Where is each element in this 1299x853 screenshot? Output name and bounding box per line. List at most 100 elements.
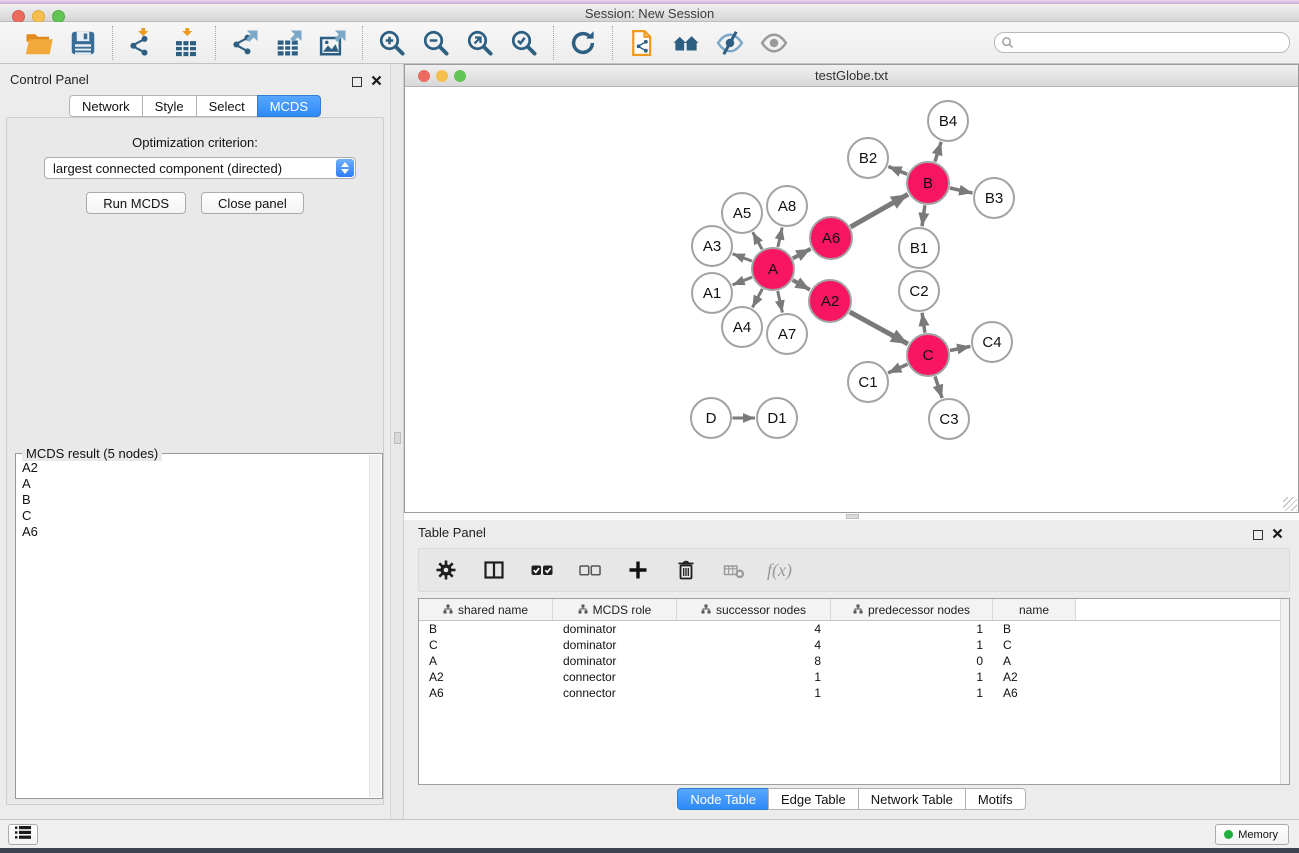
column-header-successor-nodes[interactable]: successor nodes xyxy=(677,599,831,620)
graph-edge-B-B4[interactable] xyxy=(935,142,941,162)
export-network-icon[interactable] xyxy=(228,26,262,60)
table-row[interactable]: A2connector11A2 xyxy=(419,669,1289,685)
graph-node-A8[interactable]: A8 xyxy=(767,186,807,226)
table-tab-motifs[interactable]: Motifs xyxy=(965,788,1026,810)
horizontal-splitter[interactable] xyxy=(404,513,1299,520)
graph-node-C4[interactable]: C4 xyxy=(972,322,1012,362)
import-table-icon[interactable] xyxy=(169,26,203,60)
graph-edge-A-A4[interactable] xyxy=(752,289,762,308)
run-mcds-button[interactable]: Run MCDS xyxy=(86,192,186,214)
table-delete-icon[interactable] xyxy=(719,555,749,585)
table-row[interactable]: Adominator80A xyxy=(419,653,1289,669)
graph-edge-A-A5[interactable] xyxy=(753,232,762,249)
table-row[interactable]: Bdominator41B xyxy=(419,621,1289,637)
graph-edge-B-B1[interactable] xyxy=(922,205,925,226)
graph-edge-A-A3[interactable] xyxy=(733,254,752,261)
result-list-item[interactable]: A2 xyxy=(18,460,368,476)
graph-node-A5[interactable]: A5 xyxy=(722,193,762,233)
graph-edge-A2-C[interactable] xyxy=(850,312,908,344)
graph-node-C3[interactable]: C3 xyxy=(929,399,969,439)
search-input[interactable] xyxy=(994,32,1290,53)
gear-icon[interactable] xyxy=(431,555,461,585)
save-session-icon[interactable] xyxy=(66,26,100,60)
graph-node-A6[interactable]: A6 xyxy=(810,217,852,259)
export-image-icon[interactable] xyxy=(316,26,350,60)
graph-node-D1[interactable]: D1 xyxy=(757,398,797,438)
task-history-button[interactable] xyxy=(8,824,38,845)
resize-grip-icon[interactable] xyxy=(1283,497,1297,511)
zoom-fit-icon[interactable] xyxy=(463,26,497,60)
graph-node-B1[interactable]: B1 xyxy=(899,228,939,268)
network-window-titlebar[interactable]: testGlobe.txt xyxy=(405,65,1298,87)
result-list-item[interactable]: B xyxy=(18,492,368,508)
graph-node-A3[interactable]: A3 xyxy=(692,226,732,266)
graph-node-C2[interactable]: C2 xyxy=(899,271,939,311)
result-list-item[interactable]: C xyxy=(18,508,368,524)
result-list-item[interactable]: A6 xyxy=(18,524,368,540)
unchecked-pair-icon[interactable] xyxy=(575,555,605,585)
graph-node-B3[interactable]: B3 xyxy=(974,178,1014,218)
tab-style[interactable]: Style xyxy=(142,95,196,117)
export-table-icon[interactable] xyxy=(272,26,306,60)
criterion-dropdown[interactable]: largest connected component (directed) xyxy=(44,157,356,179)
column-header-MCDS-role[interactable]: MCDS role xyxy=(553,599,677,620)
table-tab-network-table[interactable]: Network Table xyxy=(858,788,965,810)
graph-edge-C-C1[interactable] xyxy=(888,364,907,373)
graph-node-A2[interactable]: A2 xyxy=(809,280,851,322)
graph-node-A[interactable]: A xyxy=(752,248,794,290)
graph-node-B4[interactable]: B4 xyxy=(928,101,968,141)
table-row[interactable]: Cdominator41C xyxy=(419,637,1289,653)
tab-network[interactable]: Network xyxy=(69,95,142,117)
tab-select[interactable]: Select xyxy=(196,95,257,117)
houses-icon[interactable] xyxy=(669,26,703,60)
graph-node-C[interactable]: C xyxy=(907,334,949,376)
graph-edge-C-C3[interactable] xyxy=(935,376,942,398)
memory-button[interactable]: Memory xyxy=(1215,824,1289,845)
graph-edge-A-A8[interactable] xyxy=(778,228,782,248)
import-network-icon[interactable] xyxy=(125,26,159,60)
node-table[interactable]: shared nameMCDS rolesuccessor nodesprede… xyxy=(418,598,1290,785)
trash-icon[interactable] xyxy=(671,555,701,585)
graph-edge-A-A1[interactable] xyxy=(733,277,753,285)
vertical-splitter-handle[interactable] xyxy=(394,432,401,444)
vertical-splitter[interactable] xyxy=(390,64,404,819)
plus-icon[interactable] xyxy=(623,555,653,585)
result-list-item[interactable]: A xyxy=(18,476,368,492)
column-header-name[interactable]: name xyxy=(993,599,1076,620)
graph-node-A7[interactable]: A7 xyxy=(767,314,807,354)
open-file-icon[interactable] xyxy=(22,26,56,60)
graph-edge-A-A2[interactable] xyxy=(793,280,810,290)
table-tab-edge-table[interactable]: Edge Table xyxy=(768,788,858,810)
graph-node-D[interactable]: D xyxy=(691,398,731,438)
graph-edge-A-A7[interactable] xyxy=(778,291,783,313)
table-tab-node-table[interactable]: Node Table xyxy=(677,788,768,810)
graph-edge-A-A6[interactable] xyxy=(793,249,811,259)
float-panel-icon[interactable] xyxy=(352,77,362,87)
table-float-panel-icon[interactable] xyxy=(1253,530,1263,540)
table-scrollbar[interactable] xyxy=(1280,599,1289,784)
result-scrollbar[interactable] xyxy=(369,455,381,797)
graph-edge-B-B2[interactable] xyxy=(888,167,907,175)
column-header-shared-name[interactable]: shared name xyxy=(419,599,553,620)
eye-slash-icon[interactable] xyxy=(713,26,747,60)
horizontal-splitter-handle[interactable] xyxy=(846,514,859,519)
graph-node-C1[interactable]: C1 xyxy=(848,362,888,402)
mcds-result-list[interactable]: A2ABCA6 xyxy=(18,460,368,796)
refresh-icon[interactable] xyxy=(566,26,600,60)
graph-edge-C-C2[interactable] xyxy=(922,313,925,333)
table-close-panel-icon[interactable] xyxy=(1272,526,1283,544)
close-panel-button[interactable]: Close panel xyxy=(201,192,304,214)
eye-icon[interactable] xyxy=(757,26,791,60)
graph-edge-A6-B[interactable] xyxy=(851,194,908,227)
checked-pair-icon[interactable] xyxy=(527,555,557,585)
column-header-predecessor-nodes[interactable]: predecessor nodes xyxy=(831,599,993,620)
close-panel-icon[interactable] xyxy=(371,73,382,91)
graph-node-B[interactable]: B xyxy=(907,162,949,204)
network-canvas[interactable]: B4B2BB3A5A8A6B1A3AC2A1A2A4A7CC4C1DD1C3 xyxy=(406,87,1298,512)
columns-icon[interactable] xyxy=(479,555,509,585)
zoom-in-icon[interactable] xyxy=(375,26,409,60)
graph-edge-B-B3[interactable] xyxy=(950,188,973,193)
network-document-icon[interactable] xyxy=(625,26,659,60)
graph-node-A1[interactable]: A1 xyxy=(692,273,732,313)
graph-node-B2[interactable]: B2 xyxy=(848,138,888,178)
